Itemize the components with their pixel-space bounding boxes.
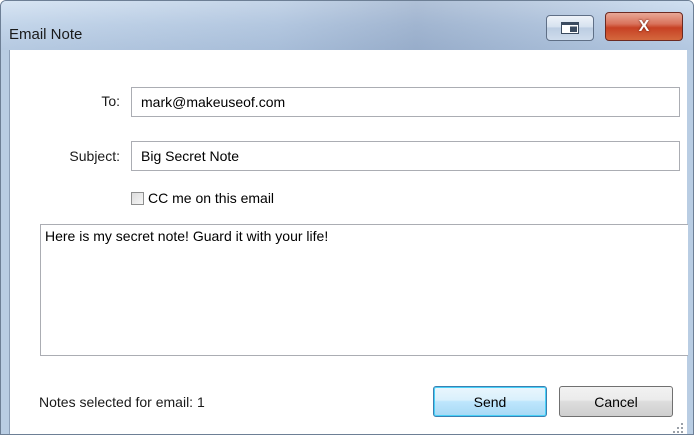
send-button-label: Send xyxy=(473,393,507,410)
close-button[interactable]: X xyxy=(605,12,683,41)
close-icon: X xyxy=(638,17,650,35)
cc-me-checkbox[interactable] xyxy=(131,191,144,205)
to-label: To: xyxy=(101,93,120,109)
subject-field[interactable]: Big Secret Note xyxy=(131,141,680,171)
resize-grip-icon[interactable] xyxy=(673,423,683,433)
cc-me-label[interactable]: CC me on this email xyxy=(148,190,274,206)
email-note-dialog: Email Note X To: mark@makeuseof.com Subj… xyxy=(0,0,694,435)
dialog-content: To: mark@makeuseof.com Subject: Big Secr… xyxy=(9,50,688,434)
cancel-button-label: Cancel xyxy=(594,393,638,410)
title-bar[interactable]: Email Note X xyxy=(1,1,693,50)
send-button[interactable]: Send xyxy=(433,386,547,417)
notes-selected-status: Notes selected for email: 1 xyxy=(39,394,205,410)
to-field[interactable]: mark@makeuseof.com xyxy=(131,87,680,117)
restore-window-icon xyxy=(561,22,579,34)
restore-button[interactable] xyxy=(546,15,594,41)
cc-me-row[interactable]: CC me on this email xyxy=(131,190,274,206)
email-body-textarea[interactable]: Here is my secret note! Guard it with yo… xyxy=(40,224,688,356)
cancel-button[interactable]: Cancel xyxy=(559,386,673,417)
window-title: Email Note xyxy=(9,26,83,43)
subject-label: Subject: xyxy=(69,148,120,164)
